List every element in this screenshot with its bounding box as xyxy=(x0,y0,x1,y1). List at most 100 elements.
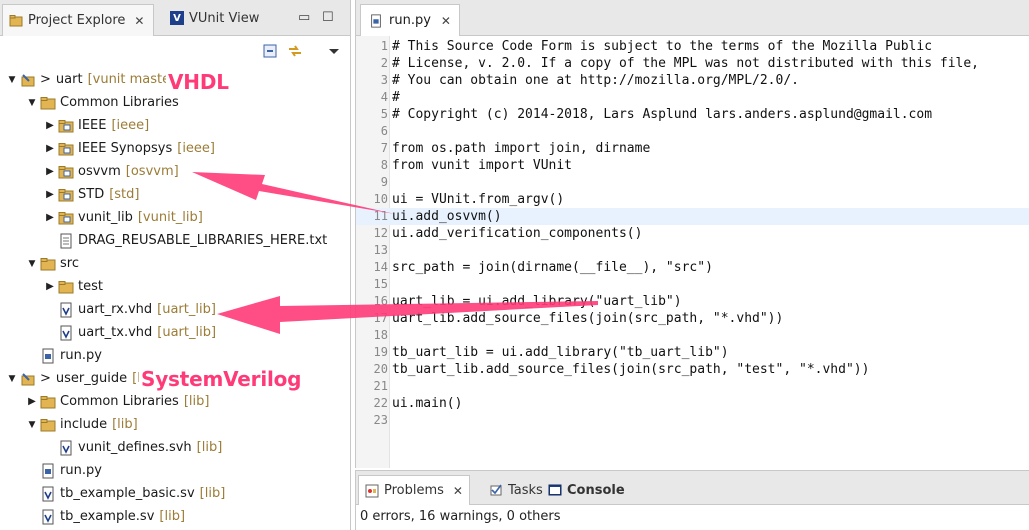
expanded-arrow-icon[interactable]: ▼ xyxy=(6,374,18,384)
line-number: 15 xyxy=(373,277,388,291)
tree-item-user-guide[interactable]: ▼ > user_guide [l xyxy=(6,367,141,390)
code-line[interactable]: 9 xyxy=(356,174,1029,191)
line-number: 23 xyxy=(373,413,388,427)
tree-item-ieee-synopsys[interactable]: ▶ IEEE Synopsys [ieee] xyxy=(44,137,215,160)
view-menu-icon[interactable] xyxy=(328,43,340,59)
tab-problems[interactable]: Problems ✕ xyxy=(358,475,470,505)
tree-item-vunit-lib[interactable]: ▶ vunit_lib [vunit_lib] xyxy=(44,206,203,229)
code-text: # License, v. 2.0. If a copy of the MPL … xyxy=(392,56,979,71)
tree-item-std[interactable]: ▶ STD [std] xyxy=(44,183,139,206)
close-icon[interactable]: ✕ xyxy=(453,484,463,498)
project-tree: ▼ > uart [vunit maste ▼ Common Libraries… xyxy=(0,66,350,530)
expanded-arrow-icon[interactable]: ▼ xyxy=(26,420,38,430)
code-line[interactable]: 5 # Copyright (c) 2014-2018, Lars Asplund… xyxy=(356,106,1029,123)
collapsed-arrow-icon[interactable]: ▶ xyxy=(44,166,56,177)
tree-decoration: [vunit maste xyxy=(87,72,171,87)
line-number: 4 xyxy=(380,90,388,104)
tree-item-osvvm[interactable]: ▶ osvvm [osvvm] xyxy=(44,160,179,183)
tree-item-test[interactable]: ▶ test xyxy=(44,275,103,298)
tree-label: test xyxy=(78,279,103,294)
close-icon[interactable]: ✕ xyxy=(441,14,451,28)
tree-label: DRAG_REUSABLE_LIBRARIES_HERE.txt xyxy=(78,233,328,248)
code-line[interactable]: 2 # License, v. 2.0. If a copy of the MPL… xyxy=(356,55,1029,72)
code-text: from os.path import join, dirname xyxy=(392,141,651,156)
expanded-arrow-icon[interactable]: ▼ xyxy=(26,259,38,269)
tree-label: vunit_lib xyxy=(78,210,133,225)
tab-console[interactable]: Console xyxy=(542,475,631,505)
verilog-file-icon xyxy=(58,440,74,456)
collapsed-arrow-icon[interactable]: ▶ xyxy=(44,143,56,154)
tree-label: uart xyxy=(55,72,83,87)
collapsed-arrow-icon[interactable]: ▶ xyxy=(44,281,56,292)
tree-item-src[interactable]: ▼ src xyxy=(26,252,79,275)
code-line[interactable]: 16 uart_lib = ui.add_library("uart_lib") xyxy=(356,293,1029,310)
tree-decoration: [lib] xyxy=(159,509,186,524)
code-line[interactable]: 10 ui = VUnit.from_argv() xyxy=(356,191,1029,208)
line-number: 3 xyxy=(380,73,388,87)
code-line[interactable]: 11 ui.add_osvvm() xyxy=(356,208,1029,225)
line-number: 19 xyxy=(373,345,388,359)
code-line[interactable]: 22 ui.main() xyxy=(356,395,1029,412)
code-line[interactable]: 23 xyxy=(356,412,1029,429)
tab-project-explorer[interactable]: Project Explore ✕ xyxy=(2,4,154,36)
tree-item-tb-example[interactable]: tb_example.sv [lib] xyxy=(38,505,185,528)
explorer-tabbar: Project Explore ✕ V VUnit View ▭ ☐ xyxy=(0,0,350,36)
code-text: uart_lib = ui.add_library("uart_lib") xyxy=(392,294,682,309)
python-file-icon xyxy=(40,348,56,364)
collapsed-arrow-icon[interactable]: ▶ xyxy=(44,120,56,131)
code-line[interactable]: 1 # This Source Code Form is subject to t… xyxy=(356,38,1029,55)
code-line[interactable]: 18 xyxy=(356,327,1029,344)
tree-item-include[interactable]: ▼ include [lib] xyxy=(26,413,138,436)
code-line[interactable]: 8 from vunit import VUnit xyxy=(356,157,1029,174)
tree-item-common-libraries[interactable]: ▼ Common Libraries xyxy=(26,91,179,114)
library-folder-icon xyxy=(58,187,74,203)
code-line[interactable]: 20 tb_uart_lib.add_source_files(join(src_… xyxy=(356,361,1029,378)
code-text: # This Source Code Form is subject to th… xyxy=(392,39,933,54)
tree-item-tb-example-basic[interactable]: tb_example_basic.sv [lib] xyxy=(38,482,225,505)
tree-item-run-py-2[interactable]: run.py xyxy=(38,459,102,482)
code-line[interactable]: 17 uart_lib.add_source_files(join(src_pat… xyxy=(356,310,1029,327)
code-line[interactable]: 7 from os.path import join, dirname xyxy=(356,140,1029,157)
maximize-button[interactable]: ☐ xyxy=(322,10,334,25)
tab-tasks[interactable]: Tasks xyxy=(483,475,549,505)
code-area[interactable]: 1 # This Source Code Form is subject to t… xyxy=(356,36,1029,468)
code-line[interactable]: 19 tb_uart_lib = ui.add_library("tb_uart_… xyxy=(356,344,1029,361)
tree-decoration: [uart_lib] xyxy=(157,302,216,317)
code-line[interactable]: 15 xyxy=(356,276,1029,293)
close-icon[interactable]: ✕ xyxy=(134,14,144,28)
code-line[interactable]: 3 # You can obtain one at http://mozilla.… xyxy=(356,72,1029,89)
code-text: from vunit import VUnit xyxy=(392,158,573,173)
tree-decoration: [uart_lib] xyxy=(157,325,217,340)
code-line[interactable]: 21 xyxy=(356,378,1029,395)
link-editor-icon[interactable] xyxy=(287,43,303,59)
code-text: # Copyright (c) 2014-2018, Lars Asplund … xyxy=(392,107,933,122)
tab-vunit-view[interactable]: V VUnit View xyxy=(164,5,265,31)
tree-item-uart-rx[interactable]: uart_rx.vhd [uart_lib] xyxy=(56,298,216,321)
code-line[interactable]: 14 src_path = join(dirname(__file__), "sr… xyxy=(356,259,1029,276)
tree-item-uart[interactable]: ▼ > uart [vunit maste xyxy=(6,68,171,91)
tree-item-drag-file[interactable]: DRAG_REUSABLE_LIBRARIES_HERE.txt xyxy=(56,229,327,252)
expanded-arrow-icon[interactable]: ▼ xyxy=(26,98,38,108)
code-line[interactable]: 4 # xyxy=(356,89,1029,106)
tab-label: Problems xyxy=(384,483,444,498)
line-number: 5 xyxy=(380,107,388,121)
verilog-file-icon xyxy=(40,509,56,525)
collapsed-arrow-icon[interactable]: ▶ xyxy=(26,396,38,407)
collapsed-arrow-icon[interactable]: ▶ xyxy=(44,212,56,223)
python-file-icon xyxy=(371,13,381,28)
library-folder-icon xyxy=(58,164,74,180)
code-line[interactable]: 12 ui.add_verification_components() xyxy=(356,225,1029,242)
tree-item-run-py[interactable]: run.py xyxy=(38,344,102,367)
tree-label: Common Libraries xyxy=(60,394,179,409)
expanded-arrow-icon[interactable]: ▼ xyxy=(6,75,18,85)
tree-item-vunit-defines[interactable]: vunit_defines.svh [lib] xyxy=(56,436,222,459)
tree-item-uart-tx[interactable]: uart_tx.vhd [uart_lib] xyxy=(56,321,216,344)
collapse-all-icon[interactable] xyxy=(262,43,278,59)
collapsed-arrow-icon[interactable]: ▶ xyxy=(44,189,56,200)
tab-run-py[interactable]: run.py ✕ xyxy=(360,4,460,36)
code-line[interactable]: 6 xyxy=(356,123,1029,140)
tree-item-ieee[interactable]: ▶ IEEE [ieee] xyxy=(44,114,149,137)
tree-item-common-libraries-2[interactable]: ▶ Common Libraries [lib] xyxy=(26,390,209,413)
code-line[interactable]: 13 xyxy=(356,242,1029,259)
minimize-button[interactable]: ▭ xyxy=(298,10,310,25)
